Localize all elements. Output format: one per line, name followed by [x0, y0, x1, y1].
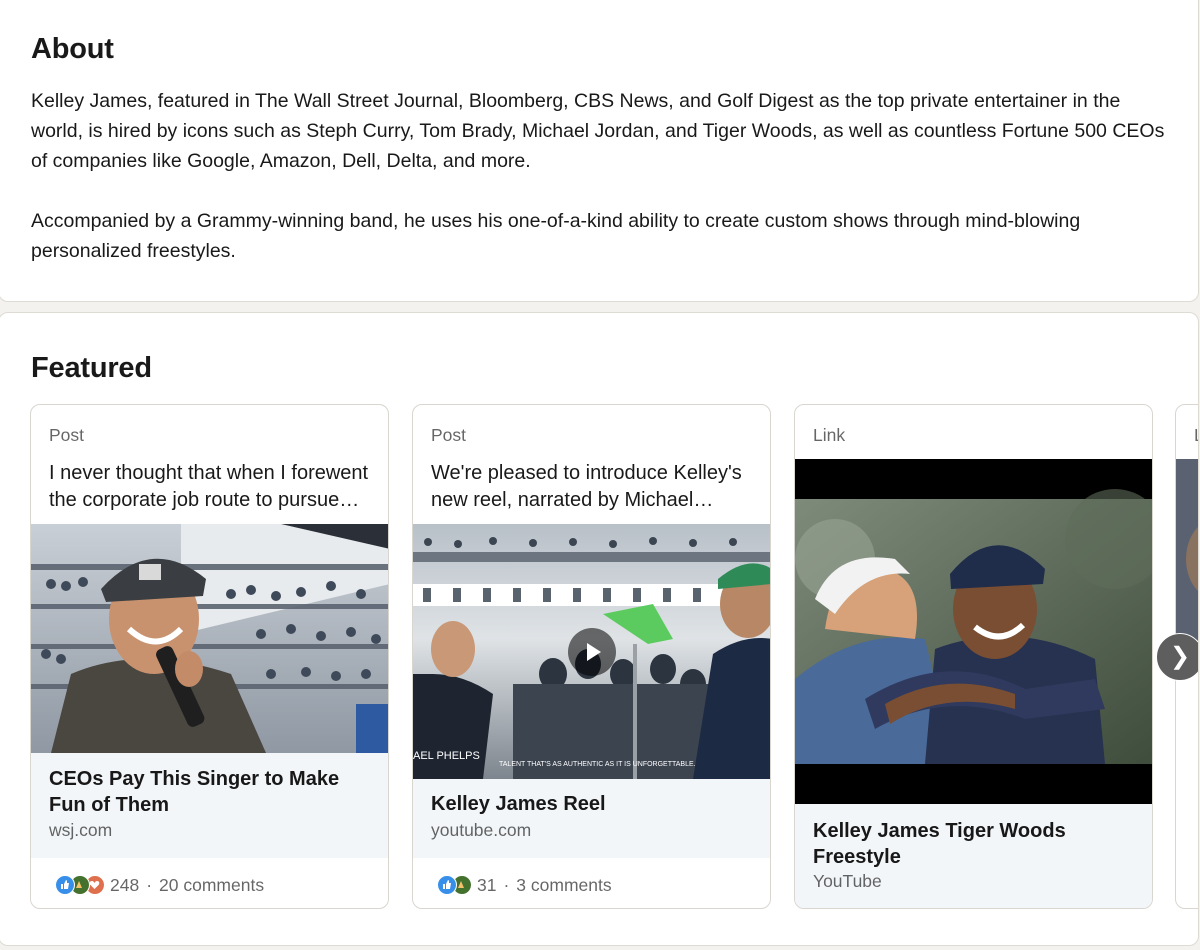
featured-item-link-preview[interactable]: Kelley James Tiger Woods Freestyle YouTu…: [795, 804, 1152, 908]
featured-item-type: Link: [813, 425, 846, 445]
featured-item[interactable]: Link Kelley James Tiger Woods Freestyle …: [794, 404, 1153, 909]
social-counts[interactable]: 248 · 20 comments: [55, 873, 264, 897]
featured-item-video-thumbnail[interactable]: AEL PHELPS TALENT THAT'S AS AUTHENTIC AS…: [413, 524, 770, 779]
featured-item-type: Post: [49, 425, 85, 445]
featured-item-link-preview[interactable]: CEOs Pay This Singer to Make Fun of Them…: [31, 753, 388, 858]
carousel-next-button[interactable]: ❯: [1156, 633, 1198, 681]
play-button[interactable]: [568, 628, 616, 676]
featured-item-link-title[interactable]: Kelley James Reel: [431, 791, 751, 817]
separator: ·: [503, 874, 510, 895]
comment-count[interactable]: 20 comments: [159, 875, 264, 896]
featured-item-link-preview[interactable]: Kelley James Reel youtube.com: [413, 779, 770, 858]
featured-section: Featured Post I never thought that when …: [0, 312, 1199, 946]
featured-item[interactable]: Post I never thought that when I forewen…: [30, 404, 389, 909]
video-caption-right: TALENT THAT'S AS AUTHENTIC AS IT IS UNFO…: [499, 761, 696, 768]
about-paragraph: Accompanied by a Grammy-winning band, he…: [31, 210, 1081, 262]
featured-item-image[interactable]: [31, 524, 388, 753]
comment-count[interactable]: 3 comments: [516, 875, 611, 896]
reaction-count[interactable]: 248: [110, 875, 139, 896]
featured-item-link-title[interactable]: Kelley James Tiger Woods Freestyle: [813, 818, 1133, 870]
video-caption-left: AEL PHELPS: [413, 750, 480, 762]
featured-item[interactable]: Post We're pleased to introduce Kelley's…: [412, 404, 771, 909]
featured-item-source: wsj.com: [49, 820, 113, 840]
reaction-count[interactable]: 31: [477, 875, 496, 896]
featured-item-source: YouTube: [813, 871, 882, 891]
featured-item-type: Post: [431, 425, 467, 445]
like-reaction-icon: [437, 875, 457, 895]
singer-stadium-photo: [31, 524, 388, 753]
featured-item-link-title[interactable]: CEOs Pay This Singer to Make Fun of Them: [49, 766, 369, 818]
golfer-hug-photo: [795, 459, 1152, 804]
separator: ·: [146, 874, 153, 895]
chevron-right-icon: ❯: [1169, 643, 1191, 670]
like-reaction-icon: [55, 875, 75, 895]
featured-item-source: youtube.com: [431, 820, 532, 840]
featured-item-video-thumbnail[interactable]: [795, 459, 1152, 804]
featured-title: Featured: [31, 352, 152, 384]
featured-item-description: I never thought that when I forewent the…: [49, 462, 369, 511]
social-counts[interactable]: 31 · 3 comments: [437, 873, 612, 897]
about-section: About Kelley James, featured in The Wall…: [0, 0, 1199, 302]
featured-item-type: L: [1194, 425, 1198, 446]
about-title: About: [31, 33, 114, 65]
about-paragraph: Kelley James, featured in The Wall Stree…: [31, 90, 1165, 172]
play-icon: [587, 643, 601, 661]
featured-item-description: We're pleased to introduce Kelley's new …: [431, 462, 742, 511]
